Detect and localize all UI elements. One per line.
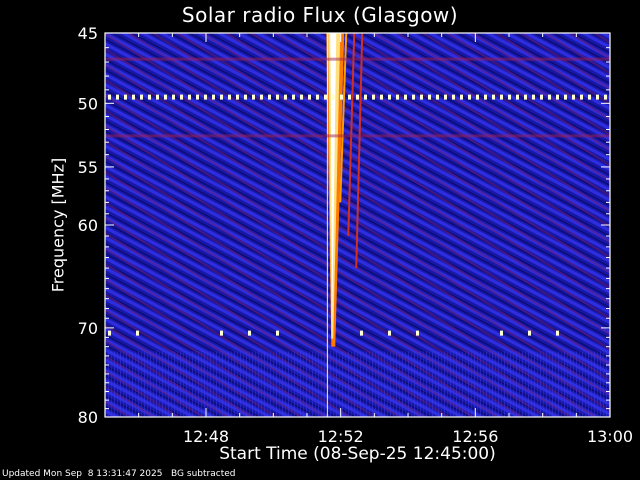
interference-spike <box>524 94 527 100</box>
interference-spike <box>108 330 111 336</box>
x-axis-label: Start Time (08-Sep-25 12:45:00) <box>219 444 496 464</box>
interference-spike <box>388 94 391 100</box>
interference-spike <box>428 94 431 100</box>
interference-spike <box>136 330 139 336</box>
interference-spike <box>212 94 215 100</box>
interference-spike <box>492 94 495 100</box>
interference-band <box>105 57 610 61</box>
interference-spike <box>532 94 535 100</box>
interference-spike <box>604 94 607 100</box>
interference-spike <box>416 330 419 336</box>
interference-band <box>105 134 610 138</box>
interference-spike <box>204 94 207 100</box>
interference-spike <box>556 330 559 336</box>
interference-spike <box>132 94 135 100</box>
interference-spike <box>444 94 447 100</box>
interference-spike <box>372 94 375 100</box>
interference-spike <box>420 94 423 100</box>
interference-spike <box>284 94 287 100</box>
y-tick-label: 60 <box>78 216 98 235</box>
interference-spike <box>244 94 247 100</box>
interference-spike <box>548 94 551 100</box>
interference-spike <box>300 94 303 100</box>
interference-line <box>108 94 607 100</box>
y-tick-label: 80 <box>78 408 98 427</box>
interference-spike <box>164 94 167 100</box>
interference-spike <box>360 330 363 336</box>
interference-spike <box>196 94 199 100</box>
interference-spike <box>540 94 543 100</box>
interference-spike <box>516 94 519 100</box>
interference-spike <box>316 94 319 100</box>
interference-spike <box>172 94 175 100</box>
interference-spike <box>436 94 439 100</box>
interference-spike <box>276 94 279 100</box>
interference-spike <box>500 94 503 100</box>
interference-spike <box>380 94 383 100</box>
interference-spike <box>508 94 511 100</box>
interference-spike <box>108 94 111 100</box>
interference-spike <box>580 94 583 100</box>
interference-spike <box>396 94 399 100</box>
interference-spike <box>140 94 143 100</box>
interference-spike <box>364 94 367 100</box>
interference-spike <box>572 94 575 100</box>
interference-spike <box>180 94 183 100</box>
interference-spike <box>188 94 191 100</box>
interference-spike <box>248 330 251 336</box>
interference-spike <box>528 330 531 336</box>
interference-spike <box>412 94 415 100</box>
lower-band-region <box>105 351 610 417</box>
chart-title: Solar radio Flux (Glasgow) <box>181 3 459 27</box>
footer-status: Updated Mon Sep 8 13:31:47 2025 BG subtr… <box>2 469 236 479</box>
interference-spike <box>340 94 343 100</box>
plot-area <box>105 32 610 417</box>
interference-spike <box>276 330 279 336</box>
interference-spike <box>332 94 335 100</box>
interference-spike <box>324 94 327 100</box>
interference-spike <box>460 94 463 100</box>
interference-spike <box>252 94 255 100</box>
interference-spike <box>356 94 359 100</box>
interference-spike <box>468 94 471 100</box>
y-tick-label: 70 <box>78 319 98 338</box>
interference-spike <box>564 94 567 100</box>
interference-spike <box>220 94 223 100</box>
interference-spike <box>452 94 455 100</box>
interference-spike <box>348 94 351 100</box>
y-axis-label: Frequency [MHz] <box>48 157 68 293</box>
interference-spike <box>148 94 151 100</box>
interference-spike <box>556 94 559 100</box>
interference-spike <box>124 94 127 100</box>
interference-spike <box>116 94 119 100</box>
interference-spike <box>228 94 231 100</box>
interference-spike <box>292 94 295 100</box>
interference-spike <box>596 94 599 100</box>
interference-spike <box>484 94 487 100</box>
y-tick-label: 55 <box>78 158 98 177</box>
interference-spike <box>500 330 503 336</box>
interference-spike <box>268 94 271 100</box>
interference-spike <box>388 330 391 336</box>
interference-spike <box>404 94 407 100</box>
interference-spike <box>308 94 311 100</box>
spectrogram-chart: 12:48 12:52 12:56 13:00455055607080 <box>78 24 633 446</box>
interference-spike <box>260 94 263 100</box>
interference-spike <box>588 94 591 100</box>
y-tick-label: 50 <box>78 94 98 113</box>
interference-spike <box>220 330 223 336</box>
interference-spike <box>236 94 239 100</box>
interference-spike <box>156 94 159 100</box>
interference-spike <box>476 94 479 100</box>
